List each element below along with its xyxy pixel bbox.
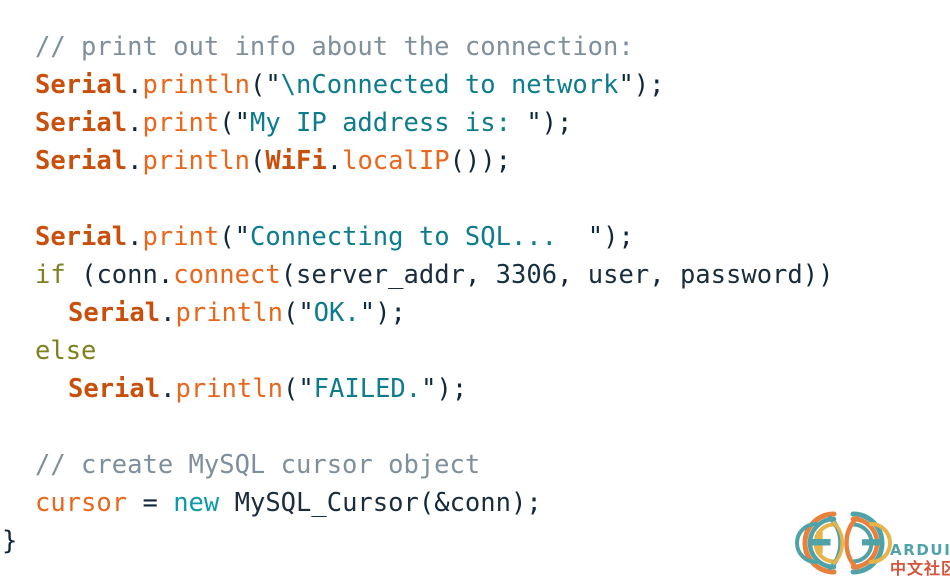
code-token-objbold: Serial <box>35 70 128 100</box>
code-line: Serial.println("OK."); <box>0 294 950 332</box>
code-token-punct: ()); <box>449 146 511 176</box>
code-token-punct: , <box>649 260 680 290</box>
code-line: if (conn.connect(server_addr, 3306, user… <box>0 256 950 294</box>
arduino-chinese-community-logo: ARDUINO 中文社区 <box>790 506 950 581</box>
code-token-objbold: Serial <box>68 298 161 328</box>
code-slide: // print out info about the connection: S… <box>0 0 950 581</box>
code-token-punct: ( <box>249 70 266 100</box>
code-token-quote: " <box>298 298 314 328</box>
code-token-plain: MySQL_Cursor <box>234 488 419 518</box>
code-token-quote: " <box>265 70 281 100</box>
code-token-comment: // create MySQL cursor object <box>35 450 481 480</box>
code-token-quote: " <box>234 108 250 138</box>
code-token-plain: server_addr <box>296 260 465 290</box>
code-token-number: 3306 <box>495 260 558 290</box>
code-token-method: print <box>142 108 220 138</box>
code-block: // print out info about the connection: S… <box>0 28 950 560</box>
minus-icon <box>862 539 883 546</box>
code-token-method: println <box>175 298 283 328</box>
code-token-string: Connecting to SQL... <box>249 222 588 252</box>
code-token-quote: " <box>359 298 376 328</box>
code-token-string: FAILED. <box>313 374 422 404</box>
code-token-punct <box>219 488 234 518</box>
code-token-plain: conn <box>96 260 158 290</box>
code-token-method: localIP <box>342 146 450 176</box>
code-token-punct: ); <box>633 70 665 100</box>
code-token-plain: user <box>587 260 650 290</box>
code-token-punct: . <box>127 222 143 252</box>
code-token-string: My IP address is: <box>249 108 527 138</box>
code-token-quote: " <box>298 374 314 404</box>
code-token-quote: " <box>587 222 604 252</box>
code-token-string: \nConnected to network <box>280 70 619 100</box>
code-token-punct: . <box>326 146 343 176</box>
code-token-objbold: Serial <box>35 146 128 176</box>
code-token-keyword: if <box>35 260 66 290</box>
code-token-quote: " <box>234 222 250 252</box>
code-token-punct: . <box>157 260 174 290</box>
code-token-punct: (& <box>418 488 450 518</box>
code-token-punct: = <box>127 488 174 518</box>
code-token-punct: . <box>127 146 143 176</box>
code-token-punct: , <box>464 260 496 290</box>
code-token-punct: ( <box>282 298 299 328</box>
code-token-quote: " <box>618 70 634 100</box>
code-token-punct: . <box>160 374 176 404</box>
code-token-punct: . <box>127 70 143 100</box>
logo-wordmark: ARDUINO <box>890 541 950 559</box>
code-token-punct: ); <box>603 222 634 252</box>
code-line: Serial.print("My IP address is: "); <box>0 104 950 142</box>
code-token-method: println <box>142 70 250 100</box>
code-token-punct: } <box>2 526 18 556</box>
code-token-method: connect <box>173 260 281 290</box>
code-token-punct: ); <box>375 298 406 328</box>
logo-subtext: 中文社区 <box>890 559 950 578</box>
code-token-objbold: Serial <box>68 374 161 404</box>
code-token-keyword: else <box>35 336 97 366</box>
code-token-method: println <box>175 374 283 404</box>
code-line: // print out info about the connection: <box>0 28 950 66</box>
code-token-quote: " <box>421 374 437 404</box>
code-token-punct: ); <box>541 108 573 138</box>
code-token-punct: ( <box>280 260 297 290</box>
code-line: Serial.println(WiFi.localIP()); <box>0 142 950 180</box>
code-token-punct: ); <box>436 374 468 404</box>
code-token-plain: password <box>679 260 803 290</box>
code-token-comment: // print out info about the connection: <box>35 32 634 62</box>
code-token-objbold: Serial <box>35 108 128 138</box>
code-token-objbold: WiFi <box>265 146 327 176</box>
code-token-punct: . <box>127 108 143 138</box>
code-line: else <box>0 332 950 370</box>
code-token-string: OK. <box>313 298 360 328</box>
code-token-punct: ( <box>282 374 299 404</box>
code-line: Serial.println("\nConnected to network")… <box>0 66 950 104</box>
code-token-plain: conn <box>449 488 511 518</box>
code-token-method: println <box>142 146 250 176</box>
code-token-punct: ( <box>249 146 266 176</box>
code-token-punct: , <box>557 260 588 290</box>
code-token-ident: cursor <box>35 488 128 518</box>
code-token-kw2: new <box>173 488 220 518</box>
code-token-punct: ( <box>219 222 235 252</box>
code-token-quote: " <box>526 108 542 138</box>
code-line: Serial.print("Connecting to SQL... "); <box>0 218 950 256</box>
code-token-punct: . <box>160 298 176 328</box>
code-token-objbold: Serial <box>35 222 128 252</box>
code-token-method: print <box>142 222 220 252</box>
code-line: Serial.println("FAILED."); <box>0 370 950 408</box>
code-token-punct: ( <box>65 260 97 290</box>
code-token-punct: ); <box>510 488 542 518</box>
code-token-punct: ( <box>219 108 235 138</box>
code-token-punct: )) <box>802 260 834 290</box>
code-line: // create MySQL cursor object <box>0 446 950 484</box>
